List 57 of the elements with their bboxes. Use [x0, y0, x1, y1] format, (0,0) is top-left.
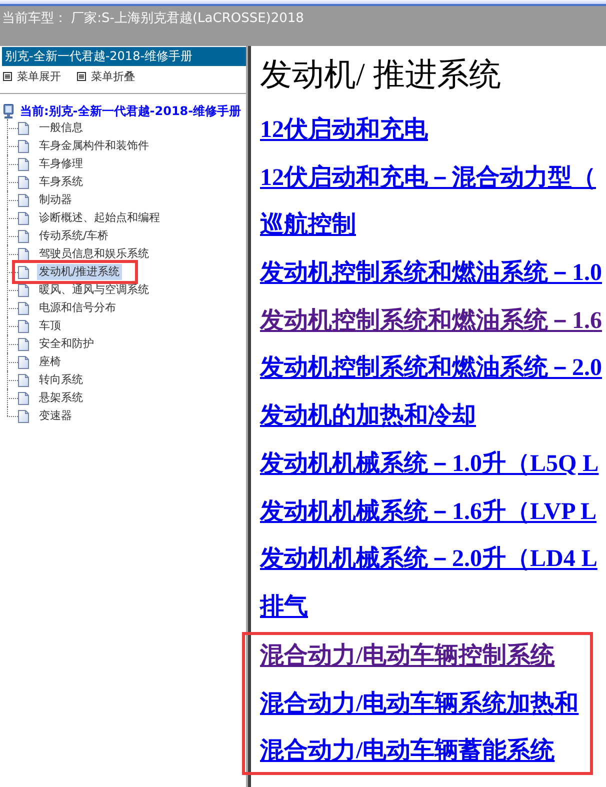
document-icon [18, 338, 29, 350]
topic-link[interactable]: 发动机控制系统和燃油系统－2.0 [260, 354, 602, 382]
document-icon [18, 158, 29, 170]
document-icon [18, 302, 29, 314]
document-icon [18, 176, 29, 188]
topic-link[interactable]: 巡航控制 [260, 211, 356, 240]
vehicle-label: 当前车型： 厂家:S-上海别克君越(LaCROSSE)2018 [2, 11, 304, 26]
tree-item[interactable]: 电源和信号分布 [37, 300, 118, 316]
tree-item[interactable]: 座椅 [37, 354, 63, 370]
document-icon [18, 194, 29, 206]
document-icon [18, 374, 29, 386]
topic-link[interactable]: 12伏启动和充电 [260, 116, 428, 144]
topic-link[interactable]: 发动机控制系统和燃油系统－1.6 [260, 306, 602, 335]
list-icon [77, 72, 86, 80]
topic-link[interactable]: 混合动力/电动车辆系统加热和 [260, 690, 579, 718]
tree-item[interactable]: 车身修理 [37, 156, 85, 172]
panel-header: 别克-全新一代君越-2018-维修手册 [2, 47, 246, 66]
tree-item[interactable]: 一般信息 [37, 120, 85, 136]
tree-item[interactable]: 暖风、通风与空调系统 [37, 282, 151, 298]
tree-item[interactable]: 驾驶员信息和娱乐系统 [37, 246, 151, 262]
topic-link[interactable]: 排气 [260, 592, 308, 621]
tree-item[interactable]: 车顶 [37, 318, 63, 334]
tree-item[interactable]: 车身系统 [37, 174, 85, 190]
document-icon [18, 212, 29, 224]
menu-toggle[interactable]: 菜单折叠 [77, 68, 135, 84]
topic-link[interactable]: 发动机机械系统－1.6升（LVP L [260, 498, 596, 526]
document-icon [18, 266, 29, 278]
document-icon [18, 140, 29, 152]
tree-item[interactable]: 转向系统 [37, 372, 85, 388]
computer-icon [3, 104, 14, 118]
topic-link[interactable]: 发动机的加热和冷却 [260, 402, 476, 430]
topic-link[interactable]: 发动机机械系统－2.0升（LD4 L [260, 545, 598, 574]
topic-link[interactable]: 混合动力/电动车辆蓄能系统 [260, 737, 555, 766]
topic-link[interactable]: 发动机控制系统和燃油系统－1.0 [260, 259, 602, 288]
document-icon [18, 248, 29, 260]
tree-item[interactable]: 制动器 [37, 192, 74, 208]
page-title: 发动机/ 推进系统 [260, 56, 502, 93]
menu-toggle[interactable]: 菜单展开 [3, 68, 61, 84]
document-icon [18, 284, 29, 296]
document-icon [18, 410, 29, 422]
topic-link[interactable]: 发动机机械系统－1.0升（L5Q L [260, 450, 599, 478]
tree-item[interactable]: 安全和防护 [37, 336, 96, 352]
list-icon [3, 72, 12, 80]
document-icon [18, 230, 29, 242]
document-icon [18, 392, 29, 404]
document-icon [18, 320, 29, 332]
tree-item[interactable]: 诊断概述、起始点和编程 [37, 210, 162, 226]
topic-link[interactable]: 12伏启动和充电－混合动力型（ [260, 164, 596, 192]
tree-item[interactable]: 悬架系统 [37, 390, 85, 406]
tree-root[interactable]: 当前:别克-全新一代君越-2018-维修手册 [20, 103, 242, 119]
document-icon [18, 122, 29, 134]
tree-item[interactable]: 传动系统/车桥 [37, 228, 111, 244]
tree-item[interactable]: 变速器 [37, 408, 74, 424]
document-icon [18, 356, 29, 368]
tree-item[interactable]: 车身金属构件和装饰件 [37, 138, 151, 154]
topic-link[interactable]: 混合动力/电动车辆控制系统 [260, 642, 555, 670]
tree-item[interactable]: 发动机/推进系统 [37, 264, 122, 280]
